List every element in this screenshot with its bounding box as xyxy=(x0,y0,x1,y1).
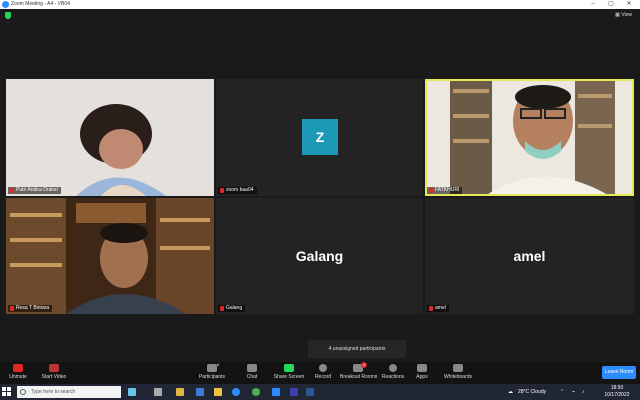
participant-label-galang: Galang xyxy=(218,305,246,312)
participants-icon: 8 xyxy=(207,362,219,372)
participant-label-putri: Putri Andira Drakel xyxy=(8,187,61,194)
participant-name-galang: Galang xyxy=(295,248,344,264)
whiteboard-icon xyxy=(453,364,463,372)
volume-icon[interactable]: ♪ xyxy=(582,384,585,400)
windows-start-icon[interactable] xyxy=(2,387,12,397)
chrome-browser-icon[interactable] xyxy=(252,388,260,396)
weather-icon[interactable]: ☁ xyxy=(508,384,513,400)
taskbar-search-box[interactable]: Type here to search xyxy=(17,386,121,398)
whiteboards-button[interactable]: Whiteboards xyxy=(442,364,474,380)
video-off-icon xyxy=(49,364,59,372)
zoom-logo-icon xyxy=(2,1,9,8)
start-video-button[interactable]: Start Video xyxy=(38,364,70,380)
word-icon[interactable] xyxy=(306,388,314,396)
participant-label-fatkhur: FATKHURI xyxy=(427,187,463,194)
apps-button[interactable]: Apps xyxy=(412,364,432,380)
mic-muted-icon xyxy=(13,364,23,372)
tray-chevron-icon[interactable]: ⌃ xyxy=(560,384,564,400)
windows-taskbar: Type here to search ☁ 28°C Cloudy ⌃ ⌁ ♪ … xyxy=(0,384,640,400)
video-feed-putri xyxy=(6,79,214,196)
record-button[interactable]: Record xyxy=(312,364,334,380)
participant-name-amel: amel xyxy=(513,248,546,264)
meeting-toolbar: Unmute Start Video 8 Participants Chat S… xyxy=(0,362,640,384)
muted-mic-icon xyxy=(429,306,433,311)
chat-button[interactable]: Chat xyxy=(242,364,262,380)
view-button[interactable]: ▦ View xyxy=(615,12,632,18)
network-icon[interactable]: ⌁ xyxy=(572,384,575,400)
participant-label-resa: Resa T Bintara xyxy=(8,305,53,312)
edge-browser-icon[interactable] xyxy=(232,388,240,396)
reactions-button[interactable]: Reactions xyxy=(380,364,406,380)
breakout-rooms-icon: 4 xyxy=(353,362,367,372)
taskbar-clock[interactable]: 18:50 10/17/2022 xyxy=(602,385,632,399)
chat-icon xyxy=(247,364,257,372)
unassigned-participants-toast[interactable]: 4 unassigned participants xyxy=(308,340,406,358)
share-screen-icon xyxy=(284,364,294,372)
unmute-button[interactable]: Unmute xyxy=(6,364,30,380)
participant-label-amel: amel xyxy=(427,305,449,312)
record-icon xyxy=(319,364,327,372)
participant-label-zoom: zoom baa04 xyxy=(218,187,257,194)
video-tile-amel[interactable]: amel amel xyxy=(425,198,634,314)
store-icon[interactable] xyxy=(196,388,204,396)
video-feed-resa xyxy=(6,198,214,314)
muted-mic-icon xyxy=(429,188,433,193)
apps-icon xyxy=(417,364,427,372)
maximize-icon[interactable]: ▢ xyxy=(604,0,618,9)
task-view-icon[interactable] xyxy=(154,388,162,396)
muted-mic-icon xyxy=(10,306,14,311)
video-tile-resa[interactable]: Resa T Bintara xyxy=(6,198,214,314)
window-titlebar: Zoom Meeting - A4 - VB04 – ▢ ✕ xyxy=(0,0,640,9)
leave-room-button[interactable]: Leave Room xyxy=(602,366,636,379)
muted-mic-icon xyxy=(10,188,14,193)
window-title: Zoom Meeting - A4 - VB04 xyxy=(11,1,70,7)
share-screen-button[interactable]: Share Screen xyxy=(272,364,306,380)
muted-mic-icon xyxy=(220,188,224,193)
video-tile-putri[interactable]: Putri Andira Drakel xyxy=(6,79,214,196)
video-tile-galang[interactable]: Galang Galang xyxy=(216,198,423,314)
video-feed-fatkhur xyxy=(425,79,634,196)
app-icon[interactable] xyxy=(214,388,222,396)
file-explorer-icon[interactable] xyxy=(176,388,184,396)
minimize-icon[interactable]: – xyxy=(586,0,600,9)
view-label: View xyxy=(621,12,632,18)
muted-mic-icon xyxy=(220,306,224,311)
video-tile-fatkhur[interactable]: FATKHURI xyxy=(425,79,634,196)
weather-status[interactable]: 28°C Cloudy xyxy=(518,384,546,400)
widgets-icon[interactable] xyxy=(128,388,136,396)
participants-button[interactable]: 8 Participants xyxy=(196,362,228,380)
reactions-icon xyxy=(389,364,397,372)
security-shield-icon[interactable] xyxy=(5,12,11,19)
zoom-taskbar-icon[interactable] xyxy=(272,388,280,396)
avatar-initial: Z xyxy=(302,119,338,155)
close-icon[interactable]: ✕ xyxy=(622,0,636,9)
teams-icon[interactable] xyxy=(290,388,298,396)
breakout-rooms-button[interactable]: 4 Breakout Rooms xyxy=(340,362,377,380)
search-icon xyxy=(20,389,26,395)
